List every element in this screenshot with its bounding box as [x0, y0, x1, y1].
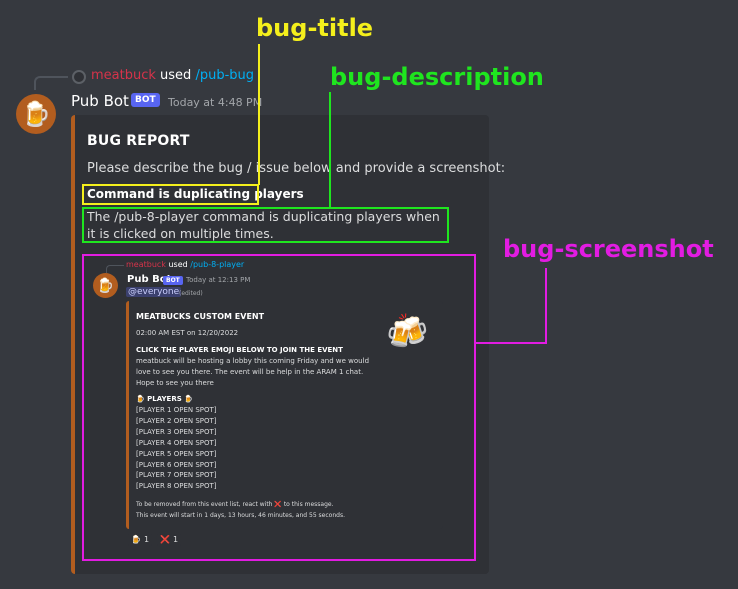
timestamp: Today at 4:48 PM [168, 96, 263, 109]
bug-title-pointer [258, 44, 260, 185]
bot-avatar[interactable]: 🍺 [16, 94, 56, 134]
bug-description-highlight [82, 207, 449, 243]
reply-used: used [160, 68, 192, 83]
reply-avatar[interactable] [72, 70, 86, 84]
bug-screenshot-highlight [82, 254, 476, 561]
bug-description-label: bug-description [330, 63, 544, 91]
reply-user[interactable]: meatbuck [91, 68, 156, 83]
bug-screenshot-label: bug-screenshot [503, 235, 714, 263]
username[interactable]: Pub Bot [71, 92, 129, 110]
beer-icon: 🍺 [21, 100, 51, 128]
bug-title-highlight [82, 184, 259, 205]
reply-connector [34, 76, 68, 90]
embed-prompt: Please describe the bug / issue below an… [87, 161, 506, 176]
bug-description-pointer [329, 92, 331, 208]
bug-title-label: bug-title [256, 14, 374, 42]
bug-screenshot-pointer-horizontal [475, 342, 547, 344]
embed-title: BUG REPORT [87, 133, 190, 149]
reply-command[interactable]: /pub-bug [195, 68, 254, 83]
reply-context[interactable]: meatbuck used /pub-bug [91, 68, 254, 83]
bug-screenshot-pointer-vertical [545, 268, 547, 344]
bot-tag: BOT [131, 93, 160, 107]
